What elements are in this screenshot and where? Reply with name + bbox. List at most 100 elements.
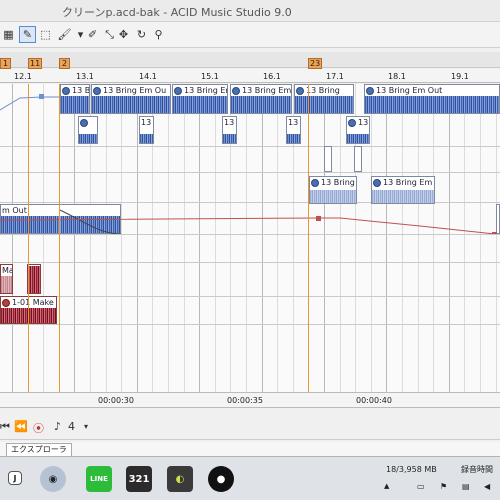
waveform [61,96,89,113]
clip-label: 13 Bring [72,86,90,95]
volume-icon[interactable]: ◀ [484,480,490,493]
marker[interactable]: 1 [0,58,11,69]
waveform [231,96,291,113]
clip-icon [174,86,182,95]
flag-icon[interactable]: ⚑ [440,480,447,493]
time-signature-value[interactable]: 4 [68,420,75,433]
record-icon[interactable]: ⦿ [33,420,44,436]
grid-line [339,84,341,392]
tray-arrow-icon[interactable]: ▲ [384,480,389,493]
grid-line [480,84,481,392]
ruler-label: 18.1 [388,72,406,81]
track-divider [0,324,500,325]
windows-taskbar: J ◉ LINE 321 ◐ ● 18/3,958 MB 録音時間 ▲ ▭ ⚑ … [0,456,500,500]
grid-icon[interactable]: ▦ [0,26,17,43]
time-ruler[interactable]: 00:00:30 00:00:35 00:00:40 [0,392,500,408]
ruler-label: 17.1 [326,72,344,81]
clip-icon [2,298,10,307]
clip-label: 13 Bring Em [184,86,227,95]
go-to-end-icon[interactable]: ⏮ [0,420,10,434]
tab-explorer[interactable]: エクスプローラ [6,443,72,456]
waveform [365,96,499,113]
clip-label: 13 Bring [306,86,340,95]
japanese-ime-icon[interactable]: J [8,471,22,485]
grid-line [74,84,76,392]
metronome-icon[interactable]: ♪ [54,420,61,433]
split-tool-icon[interactable]: ✥ [115,26,132,43]
track-divider [0,262,500,263]
previous-icon[interactable]: ⏪ [14,420,28,433]
clip-icon [296,86,304,95]
waveform [347,134,369,143]
waveform [223,134,236,143]
audio-clip[interactable]: 13 Bring [309,176,357,204]
grid-line [464,84,466,392]
clip-label: Mal [2,266,12,275]
draw-tool-icon[interactable]: ✎ [19,26,36,43]
clip-icon [80,118,88,127]
beat-ruler[interactable]: 12.1 13.1 14.1 15.1 16.1 17.1 18.1 19.1 [0,69,500,83]
audio-clip[interactable] [78,116,98,144]
grid-line [386,84,388,392]
audio-clip[interactable]: 13 [346,116,370,144]
marker-bar[interactable]: 1 11 2 23 [0,52,500,69]
audio-clip[interactable] [354,146,362,172]
clapper-app-icon[interactable]: 321 [126,466,152,492]
grid-line [324,84,325,392]
volume-envelope[interactable] [0,84,60,114]
ruler-label: 12.1 [14,72,32,81]
network-icon[interactable]: ▤ [462,480,470,493]
audio-clip[interactable]: 13 Bring [60,84,90,114]
clip-icon [232,86,240,95]
selection-tool-icon[interactable]: ⬚ [37,26,54,43]
marker[interactable]: 2 [59,58,70,69]
clip-icon [348,118,356,127]
clip-icon [93,86,101,95]
disc-app-icon[interactable]: ◉ [40,466,66,492]
time-label: 00:00:40 [356,396,392,405]
grid-line [136,84,138,392]
audio-clip[interactable]: 13 Bring Em [230,84,292,114]
waveform [92,96,170,113]
loop-tool-icon[interactable]: ↻ [133,26,150,43]
audio-clip[interactable]: 13 Bring [294,84,354,114]
marker[interactable]: 23 [308,58,323,69]
waveform [1,276,12,293]
grid-line [105,84,107,392]
music-app-icon[interactable]: ● [208,466,234,492]
battery-icon: ▭ [417,482,425,491]
time-label: 00:00:35 [227,396,263,405]
volume-envelope[interactable] [0,204,500,234]
dropdown-arrow-icon[interactable]: ▾ [84,422,88,431]
audio-clip[interactable] [324,146,332,172]
clip-icon [311,178,319,187]
waveform [287,134,300,143]
grid-line [43,84,45,392]
marker-line [59,84,60,392]
marker-line [308,84,309,392]
timeline-tracks[interactable]: 13 Bring 13 Bring Em Ou 13 Bring Em 13 B… [0,84,500,392]
audio-clip[interactable]: 13 [286,116,301,144]
grid-line [12,84,13,392]
lime-app-icon[interactable]: ◐ [167,466,193,492]
grid-line [370,84,372,392]
marker[interactable]: 11 [28,58,43,69]
zoom-tool-icon[interactable]: ⚲ [150,26,167,43]
erase-tool-icon[interactable]: ✐ [84,26,101,43]
paint-tool-icon[interactable]: 🖌 [56,26,73,43]
record-time-status: 録音時間 [461,465,493,474]
transport-bar: ⏮ ⏪ ⦿ ♪ 4 ▾ [0,414,500,440]
grid-line [448,84,450,392]
audio-clip[interactable]: 13 [222,116,237,144]
audio-clip[interactable]: Mal [0,264,13,294]
audio-clip[interactable]: 13 Bring Em Out [364,84,500,114]
grid-line [417,84,419,392]
audio-clip[interactable]: 13 Bring Em Ou [91,84,171,114]
audio-clip[interactable]: 13 Bring Em [371,176,435,204]
line-app-icon[interactable]: LINE [86,466,112,492]
audio-clip[interactable] [27,264,41,294]
grid-line [121,84,123,392]
audio-clip[interactable]: 13 [139,116,154,144]
audio-clip[interactable]: 13 Bring Em [172,84,228,114]
clip-icon [366,86,374,95]
